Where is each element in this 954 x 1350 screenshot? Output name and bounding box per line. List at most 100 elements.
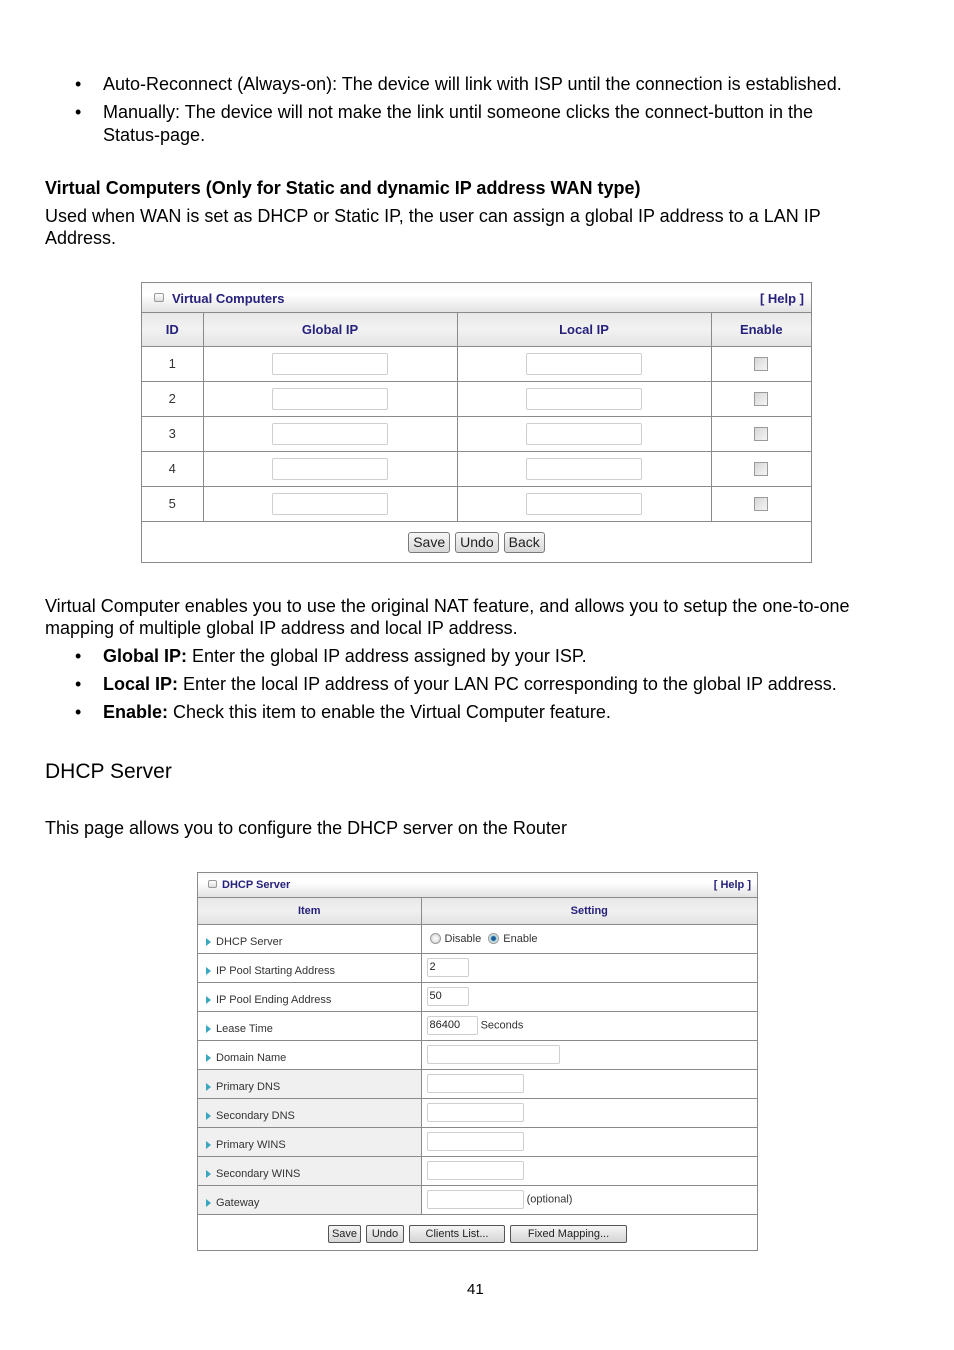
bullet-text: Check this item to enable the Virtual Co… [168, 702, 611, 722]
virtual-computers-panel: Virtual Computers [ Help ] ID Global IP … [141, 282, 812, 563]
help-link[interactable]: [ Help ] [714, 879, 751, 891]
table-row: Secondary DNS [198, 1098, 757, 1128]
col-global-ip: Global IP [203, 313, 458, 347]
table-row: IP Pool Ending Address 50 [198, 982, 757, 1012]
clients-list-button[interactable]: Clients List... [409, 1224, 505, 1243]
item-label: Domain Name [216, 1051, 287, 1064]
item-label: IP Pool Ending Address [216, 993, 332, 1006]
button-row: Save Undo Back [142, 522, 811, 564]
undo-button[interactable]: Undo [365, 1224, 404, 1243]
arrow-right-icon [206, 1140, 211, 1149]
arrow-right-icon [206, 937, 211, 946]
table-row: Primary DNS [198, 1069, 757, 1099]
bullet-term: Global IP: [103, 646, 188, 666]
lease-time-input[interactable]: 86400 [426, 1016, 478, 1035]
table-row: Lease Time 86400 Seconds [198, 1011, 757, 1041]
panel-header: DHCP Server [ Help ] [198, 873, 757, 898]
row-id: 4 [142, 451, 204, 487]
bullet-dot: • [75, 702, 82, 722]
vc-explain-line-1: Virtual Computer enables you to use the … [45, 596, 850, 616]
table-row: Primary WINS [198, 1127, 757, 1157]
disable-radio[interactable] [429, 933, 441, 945]
global-ip-input[interactable] [272, 492, 388, 515]
save-button[interactable]: Save [408, 532, 451, 554]
arrow-right-icon [206, 1024, 211, 1033]
dhcp-section-title: DHCP Server [45, 760, 172, 783]
bullet-dot: • [75, 674, 82, 694]
table-row: 2 [142, 381, 811, 417]
gateway-input[interactable] [426, 1190, 524, 1209]
local-ip-input[interactable] [526, 457, 642, 480]
undo-button[interactable]: Undo [455, 532, 499, 554]
global-ip-input[interactable] [272, 387, 388, 410]
table-row: Secondary WINS [198, 1156, 757, 1186]
global-ip-input[interactable] [272, 457, 388, 480]
dhcp-table: Item Setting DHCP Server Disable Enable … [198, 898, 757, 1215]
item-label: Lease Time [216, 1022, 273, 1035]
bullet-dot: • [75, 74, 82, 94]
arrow-right-icon [206, 966, 211, 975]
disable-label: Disable [444, 932, 482, 945]
table-row: Domain Name [198, 1040, 757, 1070]
gateway-note: (optional) [526, 1193, 573, 1206]
vc-explain-line-2: mapping of multiple global IP address an… [45, 618, 518, 638]
local-ip-input[interactable] [526, 492, 642, 515]
pool-end-input[interactable]: 50 [426, 987, 469, 1006]
domain-name-input[interactable] [426, 1045, 560, 1064]
table-row: DHCP Server Disable Enable [198, 924, 757, 954]
bullet-dot: • [75, 646, 82, 666]
col-local-ip: Local IP [457, 313, 712, 347]
local-ip-input[interactable] [526, 422, 642, 445]
save-button[interactable]: Save [327, 1224, 361, 1243]
back-button[interactable]: Back [503, 532, 545, 554]
col-enable: Enable [711, 313, 811, 347]
col-id: ID [142, 313, 204, 347]
arrow-right-icon [206, 1053, 211, 1062]
enable-checkbox[interactable] [754, 497, 769, 512]
secondary-wins-input[interactable] [426, 1161, 524, 1180]
panel-title: Virtual Computers [172, 291, 285, 306]
arrow-right-icon [206, 1082, 211, 1091]
help-link[interactable]: [ Help ] [760, 291, 804, 306]
item-label: Secondary WINS [216, 1167, 301, 1180]
col-item: Item [198, 898, 422, 925]
local-ip-input[interactable] [526, 352, 642, 375]
panel-header: Virtual Computers [ Help ] [142, 283, 811, 313]
global-ip-input[interactable] [272, 422, 388, 445]
local-ip-input[interactable] [526, 387, 642, 410]
enable-checkbox[interactable] [754, 462, 769, 477]
bullet-text: Enter the global IP address assigned by … [187, 646, 587, 666]
secondary-dns-input[interactable] [426, 1103, 524, 1122]
bullet-term: Local IP: [103, 674, 179, 694]
col-setting: Setting [421, 898, 757, 925]
primary-wins-input[interactable] [426, 1132, 524, 1151]
table-row: IP Pool Starting Address 2 [198, 953, 757, 983]
enable-radio[interactable] [488, 933, 500, 945]
item-label: DHCP Server [216, 935, 283, 948]
table-row: 1 [142, 346, 811, 382]
dhcp-section-desc: This page allows you to configure the DH… [45, 818, 567, 838]
button-row: Save Undo Clients List... Fixed Mapping.… [198, 1215, 757, 1250]
virtual-computers-desc-1: Used when WAN is set as DHCP or Static I… [45, 206, 821, 226]
row-id: 3 [142, 416, 204, 452]
primary-dns-input[interactable] [426, 1074, 524, 1093]
arrow-right-icon [206, 995, 211, 1004]
arrow-right-icon [206, 1169, 211, 1178]
page-number: 41 [467, 1281, 484, 1298]
pool-start-input[interactable]: 2 [426, 958, 469, 977]
virtual-computers-table: ID Global IP Local IP Enable 1 2 3 4 5 [142, 313, 811, 522]
fixed-mapping-button[interactable]: Fixed Mapping... [510, 1224, 628, 1243]
table-row: 5 [142, 486, 811, 522]
enable-checkbox[interactable] [754, 427, 769, 442]
virtual-computers-desc-2: Address. [45, 228, 117, 248]
enable-checkbox[interactable] [754, 357, 769, 372]
table-row: 4 [142, 451, 811, 487]
table-row: 3 [142, 416, 811, 452]
item-label: IP Pool Starting Address [216, 964, 336, 977]
virtual-computers-heading: Virtual Computers (Only for Static and d… [45, 178, 641, 198]
panel-title: DHCP Server [222, 879, 291, 891]
lease-time-unit: Seconds [480, 1019, 524, 1032]
enable-checkbox[interactable] [754, 392, 769, 407]
global-ip-input[interactable] [272, 352, 388, 375]
item-label: Gateway [216, 1196, 260, 1209]
